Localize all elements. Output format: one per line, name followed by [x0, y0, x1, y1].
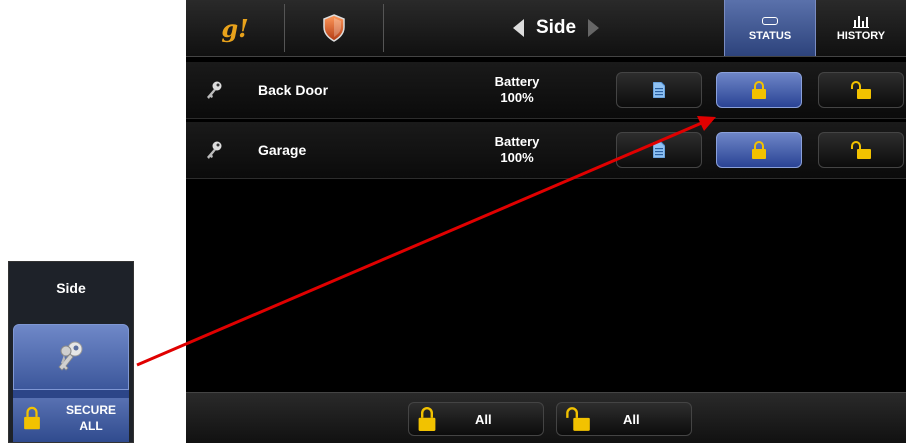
secure-all-button[interactable]: SECURE ALL: [13, 398, 129, 442]
logo-button[interactable]: g!: [186, 0, 284, 56]
battery-label: Battery: [494, 74, 540, 89]
widget-keys-button[interactable]: [13, 324, 129, 390]
battery-status: Battery 100%: [482, 74, 552, 106]
lock-row-back-door: Back Door Battery 100%: [186, 62, 906, 119]
lock-closed-icon: [752, 81, 766, 99]
widget-divider: [13, 390, 129, 398]
secure-all-label: SECURE ALL: [61, 402, 121, 434]
top-bar: g! Side STATUS HISTORY: [186, 0, 906, 57]
previous-location-arrow-icon[interactable]: [512, 19, 524, 37]
lock-closed-icon: [418, 407, 436, 431]
battery-label: Battery: [494, 134, 540, 149]
status-icon: [762, 14, 778, 28]
tab-history[interactable]: HISTORY: [816, 0, 906, 56]
lock-closed-icon: [752, 141, 766, 159]
unlock-all-button[interactable]: All: [556, 402, 692, 436]
battery-value: 100%: [500, 150, 534, 165]
lock-all-label: All: [475, 412, 492, 427]
location-selector: Side: [486, 0, 626, 56]
tab-history-label: HISTORY: [836, 30, 886, 42]
app-logo: g!: [221, 13, 249, 43]
lock-open-icon: [851, 81, 871, 99]
tab-status[interactable]: STATUS: [724, 0, 816, 56]
lock-app-panel: g! Side STATUS HISTORY Back Door Battery…: [186, 0, 906, 443]
lock-button[interactable]: [716, 72, 802, 108]
document-icon: [653, 82, 665, 98]
document-icon: [653, 142, 665, 158]
security-shield-button[interactable]: [285, 0, 383, 56]
lock-open-icon: [851, 141, 871, 159]
unlock-button[interactable]: [818, 132, 904, 168]
lock-row-garage: Garage Battery 100%: [186, 122, 906, 179]
details-button[interactable]: [616, 72, 702, 108]
lock-name: Garage: [258, 142, 307, 158]
lock-all-button[interactable]: All: [408, 402, 544, 436]
history-chart-icon: [853, 16, 869, 28]
next-location-arrow-icon[interactable]: [588, 19, 600, 37]
battery-value: 100%: [500, 90, 534, 105]
battery-status: Battery 100%: [482, 134, 552, 166]
lock-button[interactable]: [716, 132, 802, 168]
secure-all-line1: SECURE: [65, 403, 116, 417]
unlock-button[interactable]: [818, 72, 904, 108]
lock-name: Back Door: [258, 82, 329, 98]
keys-icon: [58, 341, 83, 371]
key-icon: [207, 81, 222, 99]
unlock-all-label: All: [623, 412, 640, 427]
shield-icon: [323, 14, 345, 42]
key-icon: [207, 141, 222, 159]
side-location-widget: Side SECURE ALL: [9, 262, 133, 442]
lock-open-icon: [566, 407, 590, 431]
secure-all-line2: ALL: [79, 419, 103, 433]
footer-bar: All All: [186, 392, 906, 443]
widget-title: Side: [56, 280, 86, 296]
tab-status-label: STATUS: [748, 30, 792, 42]
lock-closed-icon: [24, 406, 40, 430]
location-title: Side: [535, 17, 577, 38]
details-button[interactable]: [616, 132, 702, 168]
